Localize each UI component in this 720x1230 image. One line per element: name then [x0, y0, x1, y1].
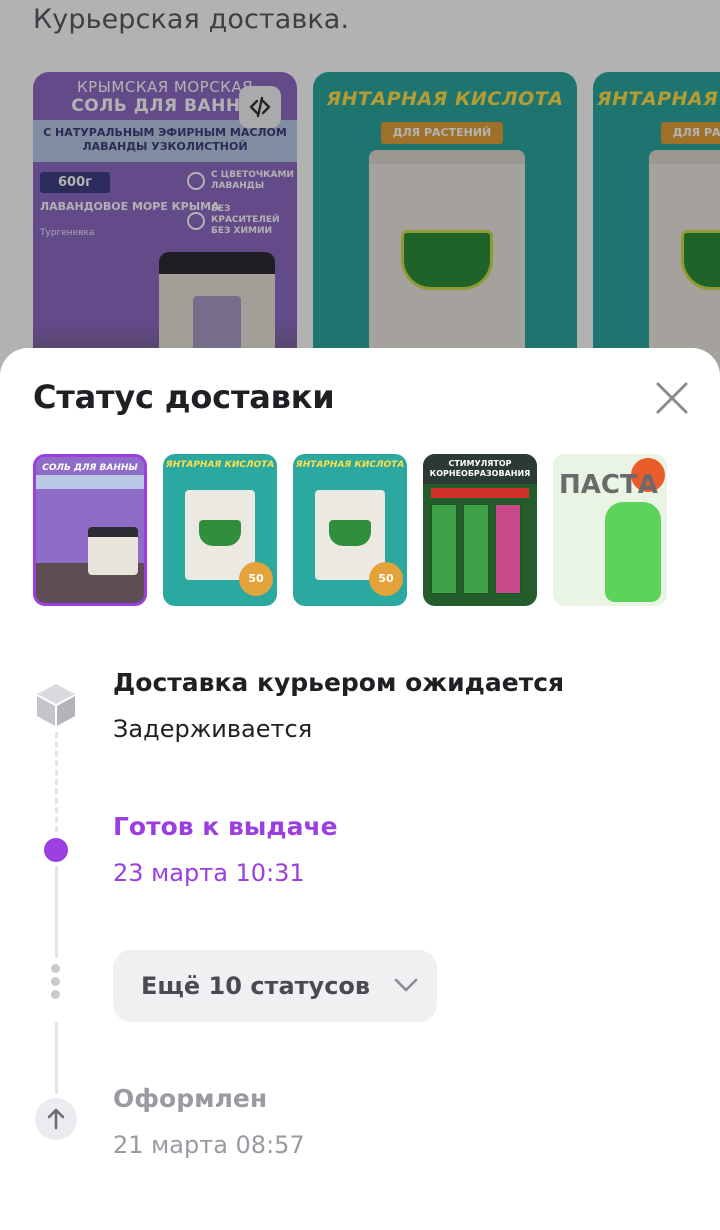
timeline-connector — [55, 866, 58, 958]
thumbnail-acid[interactable]: ЯНТАРНАЯ КИСЛОТА 50 — [163, 454, 277, 606]
close-icon[interactable] — [648, 374, 696, 422]
sheet-title: Статус доставки — [33, 378, 335, 416]
status-placed-title: Оформлен — [113, 1084, 268, 1113]
status-ready-title: Готов к выдаче — [113, 812, 338, 841]
status-ready-date: 23 марта 10:31 — [113, 859, 305, 887]
status-courier-title: Доставка курьером ожидается — [113, 668, 565, 697]
thumbnail-stimulator-label: СТИМУЛЯТОР КОРНЕОБРАЗОВАНИЯ — [423, 454, 537, 484]
timeline-active-dot — [44, 838, 68, 862]
timeline-ellipsis — [51, 964, 61, 1003]
thumbnail-salt[interactable]: СОЛЬ ДЛЯ ВАННЫ — [33, 454, 147, 606]
thumbnail-acid-2-label: ЯНТАРНАЯ КИСЛОТА — [295, 460, 405, 470]
timeline-connector-dashed — [55, 732, 58, 832]
thumbnail-toothpaste[interactable]: ПАСТА — [553, 454, 667, 606]
thumbnail-acid-badge: 50 — [239, 562, 273, 596]
chevron-down-icon — [394, 977, 418, 996]
timeline-connector-2 — [55, 1022, 58, 1094]
more-statuses-button[interactable]: Ещё 10 статусов — [113, 950, 437, 1022]
thumbnail-acid-label: ЯНТАРНАЯ КИСЛОТА — [165, 460, 275, 470]
thumbnail-acid-2-badge: 50 — [369, 562, 403, 596]
status-placed-date: 21 марта 08:57 — [113, 1131, 305, 1159]
delivery-status-sheet: Статус доставки СОЛЬ ДЛЯ ВАННЫ ЯНТАРНАЯ … — [0, 348, 720, 1230]
thumbnail-toothpaste-label: ПАСТА — [559, 470, 658, 500]
thumbnail-stimulator[interactable]: СТИМУЛЯТОР КОРНЕОБРАЗОВАНИЯ — [423, 454, 537, 606]
status-courier-subtitle: Задерживается — [113, 715, 313, 743]
product-thumbnails: СОЛЬ ДЛЯ ВАННЫ ЯНТАРНАЯ КИСЛОТА 50 ЯНТАР… — [33, 454, 683, 606]
thumbnail-salt-label: СОЛЬ ДЛЯ ВАННЫ — [42, 463, 138, 473]
thumbnail-acid-2[interactable]: ЯНТАРНАЯ КИСЛОТА 50 — [293, 454, 407, 606]
box-icon — [33, 682, 79, 728]
arrow-up-icon — [35, 1098, 77, 1140]
more-statuses-label: Ещё 10 статусов — [141, 972, 371, 1000]
